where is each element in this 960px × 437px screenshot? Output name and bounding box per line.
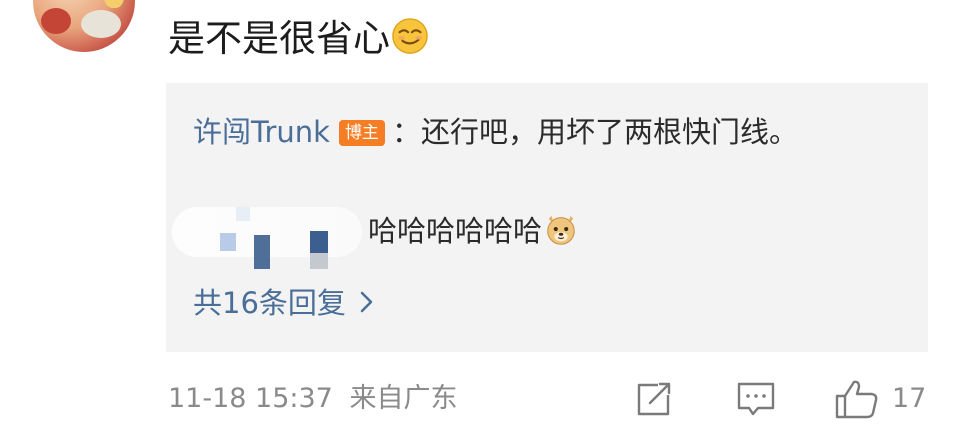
reply-text-line: 哈哈哈哈哈哈	[368, 208, 578, 254]
smirk-face-icon	[392, 18, 428, 54]
source-location: 来自广东	[349, 383, 458, 414]
reply-text: 哈哈哈哈哈哈	[368, 214, 543, 248]
comment-icon[interactable]	[736, 378, 776, 420]
thumbs-up-icon[interactable]	[834, 378, 880, 420]
reply-text: ：还行吧，用坏了两根快门线。	[391, 115, 798, 149]
reply-item[interactable]: 许闯Trunk 博主 ：还行吧，用坏了两根快门线。	[193, 107, 853, 157]
view-all-replies-link[interactable]: 共16条回复	[193, 282, 374, 324]
obscured-username	[172, 207, 362, 269]
doge-icon	[547, 215, 575, 245]
share-icon[interactable]	[634, 378, 674, 420]
comment-body: 是不是很省心	[168, 16, 429, 62]
reply-item[interactable]: 哈哈哈哈哈哈	[172, 201, 772, 269]
reply-username[interactable]: 许闯Trunk	[193, 115, 330, 149]
more-replies-label: 共16条回复	[193, 286, 346, 320]
timestamp: 11-18 15:37	[168, 383, 333, 414]
comment-meta: 11-18 15:37 来自广东	[168, 378, 457, 420]
replies-panel[interactable]: 许闯Trunk 博主 ：还行吧，用坏了两根快门线。 哈哈哈哈哈哈 共16条回复	[166, 83, 928, 352]
chevron-right-icon	[360, 291, 373, 313]
commenter-avatar[interactable]	[33, 0, 135, 52]
comment-text: 是不是很省心	[168, 17, 390, 60]
author-badge: 博主	[338, 120, 385, 146]
like-count: 17	[892, 383, 927, 414]
